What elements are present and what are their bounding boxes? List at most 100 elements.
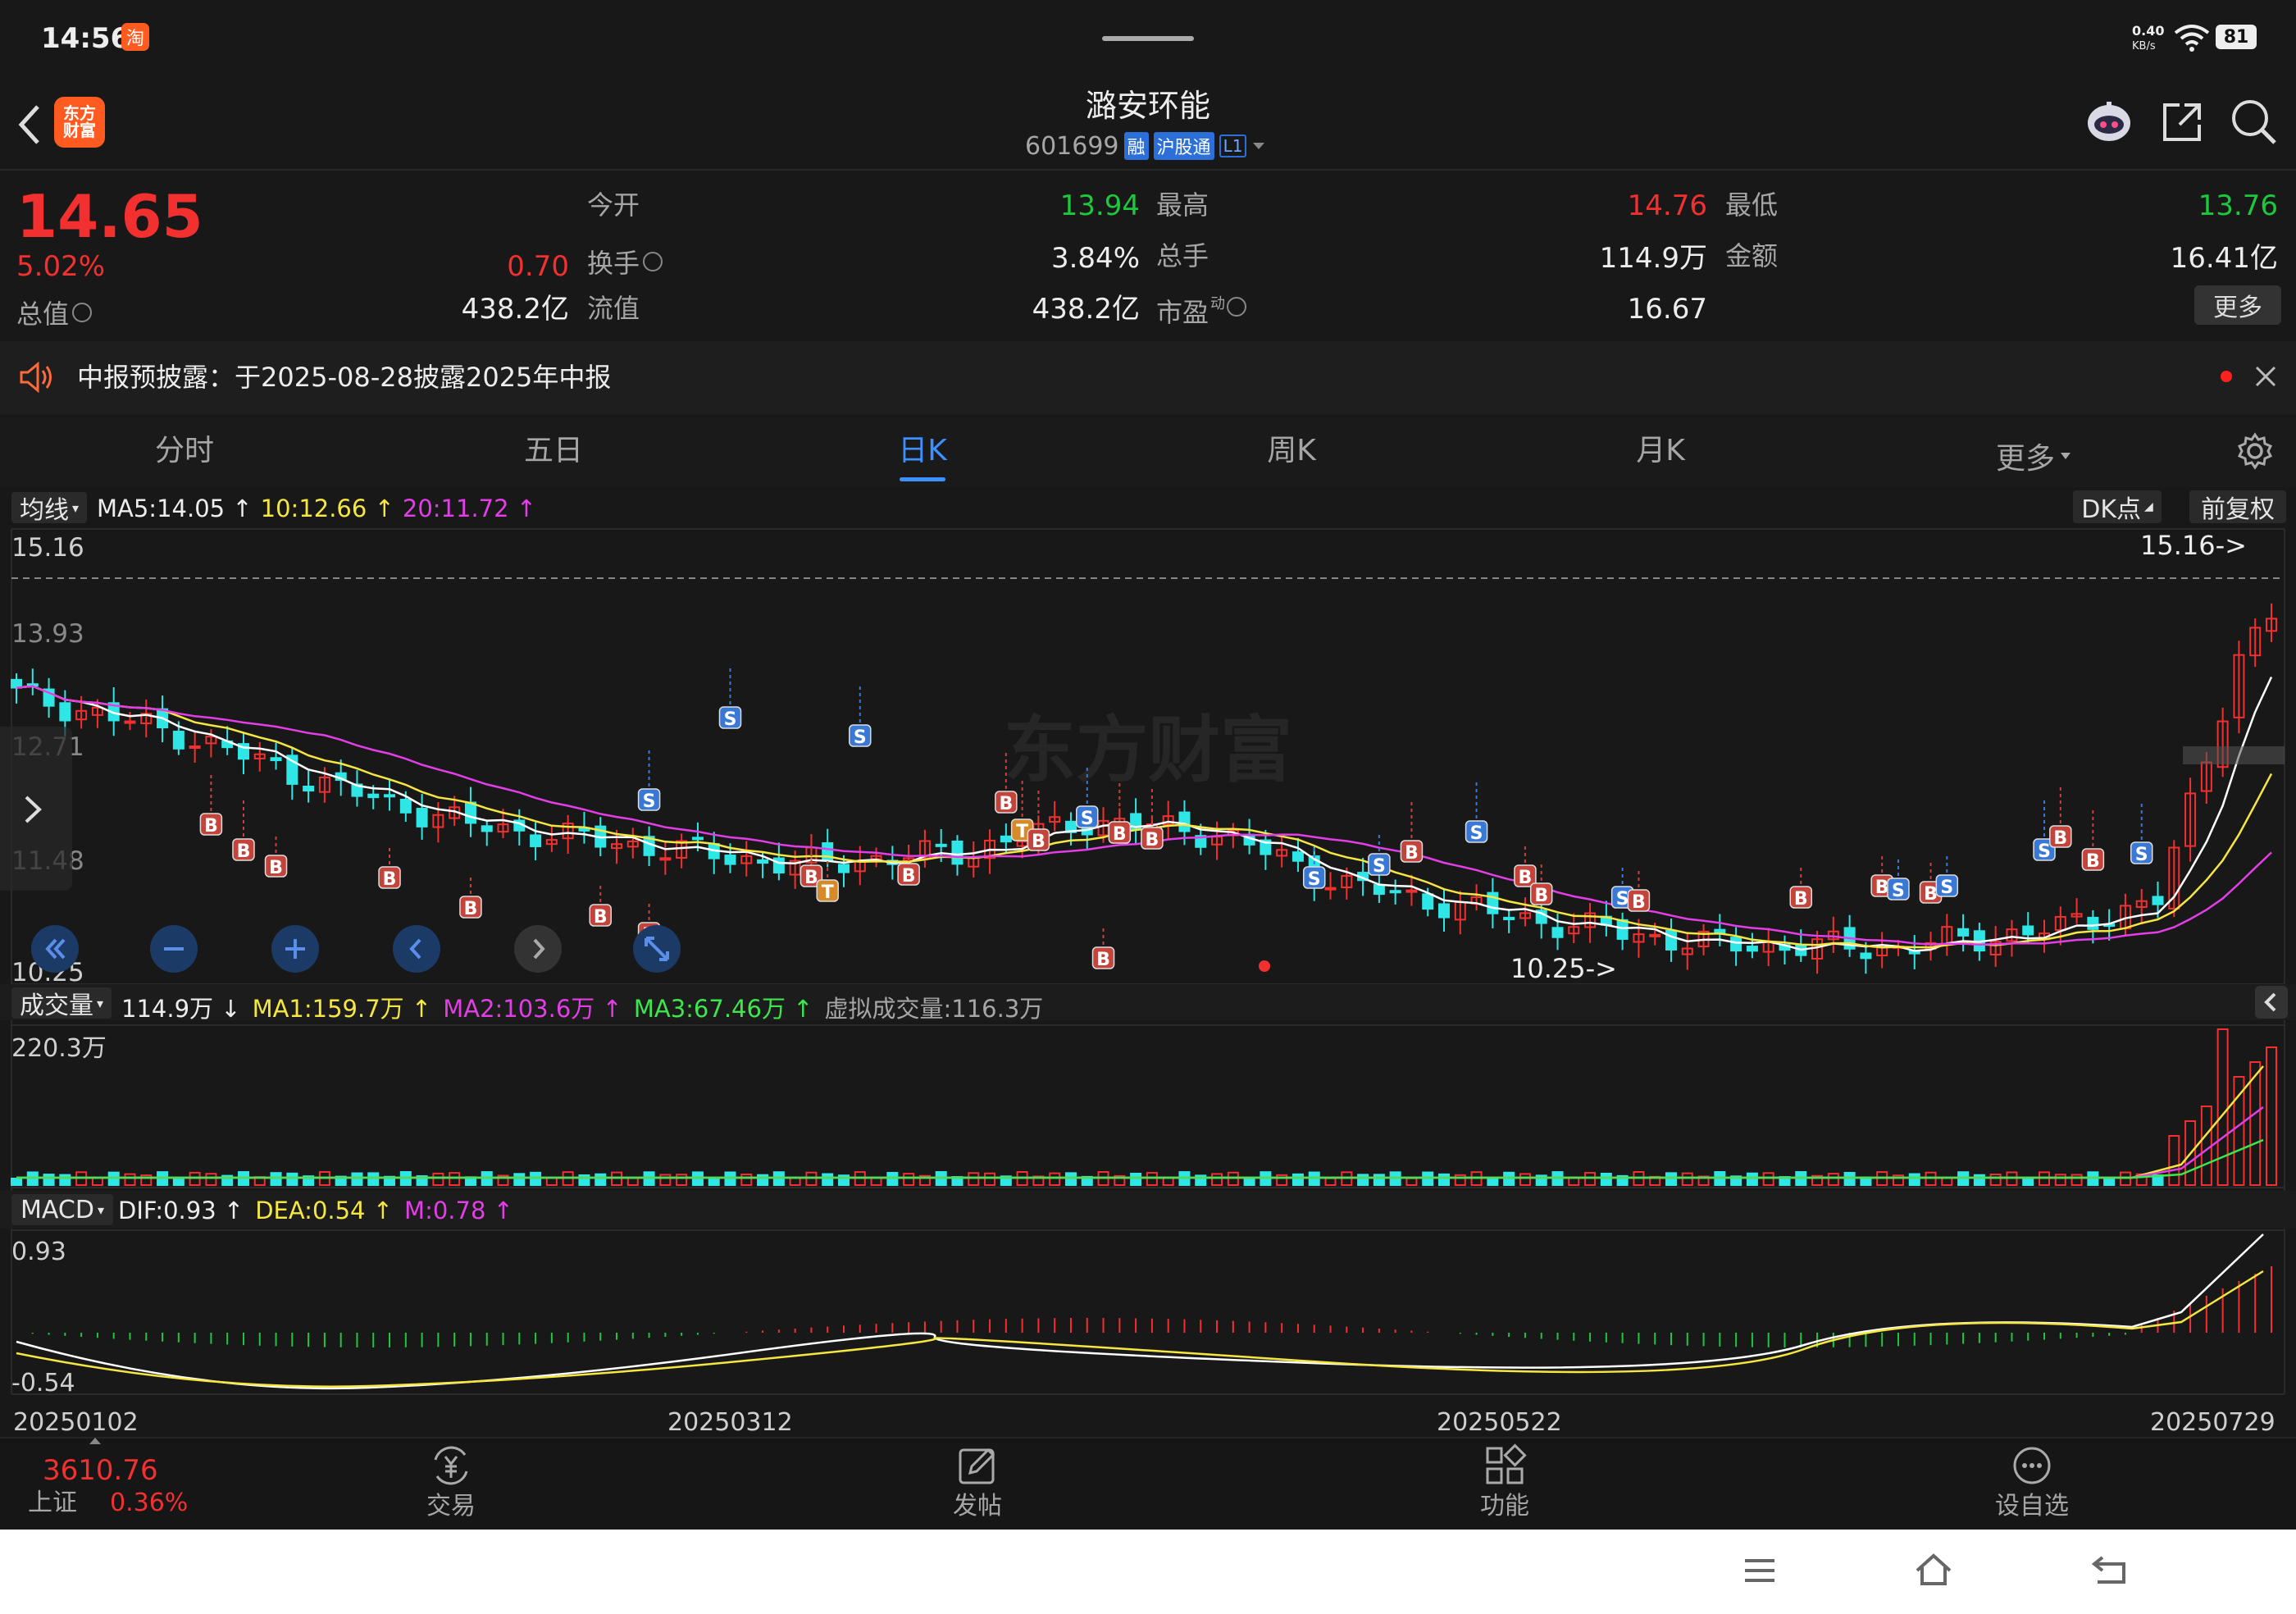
- menu-icon[interactable]: [1742, 1554, 1778, 1587]
- candle-body: [1422, 893, 1434, 910]
- volume-bar: [757, 1174, 769, 1186]
- macd-dif-text: DIF:0.93: [118, 1197, 216, 1224]
- ma20-arrow: ↑: [516, 495, 537, 522]
- settings-gear-icon[interactable]: [2235, 431, 2275, 471]
- candle-body: [1292, 851, 1304, 862]
- post-button[interactable]: 发帖: [912, 1440, 1043, 1522]
- info-icon[interactable]: [72, 303, 93, 322]
- max-price-marker: 15.16->: [2140, 530, 2247, 561]
- ma5-value: MA5:14.05 ↑: [97, 495, 253, 522]
- ma10-text: 10:12.66: [260, 495, 367, 522]
- tab-monthly-k[interactable]: 月K: [1476, 436, 1845, 466]
- macd-dea: DEA:0.54 ↑: [255, 1197, 393, 1224]
- ma20-value: 20:11.72 ↑: [403, 495, 536, 522]
- volume-bar: [676, 1174, 688, 1187]
- caret-down-icon: [1253, 143, 1265, 149]
- volume-current-text: 114.9万: [121, 995, 214, 1023]
- tab-five-day[interactable]: 五日: [369, 436, 738, 466]
- zoom-in-button[interactable]: [271, 925, 319, 973]
- collapse-panel-button[interactable]: [2255, 986, 2288, 1019]
- home-icon[interactable]: [1914, 1551, 1953, 1589]
- volume-bar: [903, 1173, 915, 1186]
- tab-more[interactable]: 更多: [1968, 435, 2099, 477]
- volume-arrow: ↓: [221, 995, 241, 1023]
- candle-body: [935, 843, 947, 847]
- adjust-mode-button[interactable]: 前复权: [2189, 490, 2286, 524]
- candle-body: [659, 857, 672, 861]
- corner-arrow-icon: ◢: [2144, 500, 2153, 513]
- tab-weekly-k[interactable]: 周K: [1107, 436, 1476, 466]
- change-amount: 0.70: [507, 250, 569, 283]
- volume-bar: [968, 1172, 980, 1187]
- share-icon[interactable]: [2160, 98, 2206, 144]
- macd-indicator-selector[interactable]: MACD ▾: [11, 1194, 113, 1225]
- volume-bar: [1925, 1171, 1937, 1187]
- back-nav-icon[interactable]: [2091, 1552, 2129, 1587]
- current-price: 14.65: [16, 182, 203, 251]
- signal-S-label: S: [1940, 878, 1953, 898]
- chart-grid: [11, 528, 2285, 1395]
- system-nav-bar: [0, 1530, 2296, 1614]
- volume-bar: [1308, 1171, 1320, 1187]
- more-quote-button[interactable]: 更多: [2194, 285, 2281, 325]
- net-speed-value: 0.40: [2132, 23, 2165, 39]
- candle-body: [724, 855, 736, 865]
- signal-B-label: B: [269, 858, 283, 878]
- notice-text[interactable]: 中报预披露：于2025-08-28披露2025年中报: [77, 364, 611, 390]
- volume-label: 总手: [1156, 240, 1210, 271]
- volume-bar: [1454, 1174, 1466, 1187]
- volume-ma-line-2: [16, 1106, 2264, 1179]
- zoom-out-button[interactable]: [150, 925, 198, 973]
- signal-S-label: S: [1373, 856, 1386, 877]
- volume-bar: [1827, 1173, 1839, 1186]
- tab-intraday[interactable]: 分时: [0, 436, 369, 466]
- add-watchlist-button[interactable]: 设自选: [1966, 1440, 2098, 1522]
- signal-B-label: B: [2053, 828, 2067, 849]
- dk-point-button[interactable]: DK点 ◢: [2073, 490, 2162, 524]
- trade-button[interactable]: 交易: [385, 1440, 517, 1522]
- volume-ma2-text: MA2:103.6万: [443, 995, 595, 1023]
- signal-B-label: B: [1146, 830, 1159, 850]
- volume-bar: [740, 1173, 753, 1187]
- pe-label: 市盈动: [1156, 292, 1247, 330]
- info-icon[interactable]: [643, 252, 663, 271]
- bottom-toolbar: [0, 1437, 2296, 1530]
- volume-bar: [1049, 1172, 1061, 1187]
- volume-bar: [2266, 1046, 2277, 1186]
- min-price-marker: 10.25->: [1510, 953, 1617, 984]
- ma-selector[interactable]: 均线 ▾: [11, 492, 87, 525]
- index-value[interactable]: 3610.76: [43, 1457, 158, 1484]
- functions-button[interactable]: 功能: [1439, 1440, 1570, 1522]
- tab-daily-k[interactable]: 日K: [738, 436, 1107, 466]
- info-icon[interactable]: [1227, 297, 1247, 317]
- caret-down-icon: ▾: [71, 499, 80, 516]
- index-name[interactable]: 上证: [28, 1491, 77, 1516]
- macd-dea-text: DEA:0.54: [255, 1197, 366, 1224]
- zoom-out-all-button[interactable]: [31, 925, 79, 973]
- signal-B-label: B: [237, 841, 251, 862]
- scroll-left-button[interactable]: [393, 925, 440, 973]
- search-icon[interactable]: [2229, 97, 2278, 146]
- candle-body: [757, 859, 769, 864]
- candle-body: [270, 757, 282, 762]
- side-panel-toggle[interactable]: [0, 727, 72, 891]
- scroll-right-button[interactable]: [514, 925, 562, 973]
- volume-bar: [594, 1173, 607, 1187]
- signal-B-label: B: [1534, 886, 1548, 906]
- volume-bar: [886, 1171, 899, 1187]
- drag-handle[interactable]: [1102, 36, 1194, 41]
- volume-indicator-selector[interactable]: 成交量 ▾: [11, 987, 112, 1020]
- volume-ma1-text: MA1:159.7万: [252, 995, 404, 1023]
- close-icon[interactable]: [2253, 364, 2278, 389]
- date-label-4: 20250729: [2150, 1408, 2276, 1435]
- index-percent[interactable]: 0.36%: [110, 1491, 188, 1516]
- robot-assistant-icon[interactable]: [2083, 95, 2135, 148]
- stock-code-row[interactable]: 601699 融 沪股通 L1: [1025, 132, 1266, 161]
- taobao-notification-icon: 淘: [121, 23, 149, 51]
- volume-bar: [1211, 1173, 1223, 1187]
- volume-bar: [2054, 1174, 2066, 1187]
- fullscreen-button[interactable]: [633, 925, 681, 973]
- macd-histogram: [16, 1233, 2272, 1390]
- kline-chart[interactable]: 东方财富 BBBBBBBSSSBTBBTBSBBBSSBSBBSBBBSBSSB…: [0, 525, 2296, 1435]
- ma5-text: MA5:14.05: [97, 495, 226, 522]
